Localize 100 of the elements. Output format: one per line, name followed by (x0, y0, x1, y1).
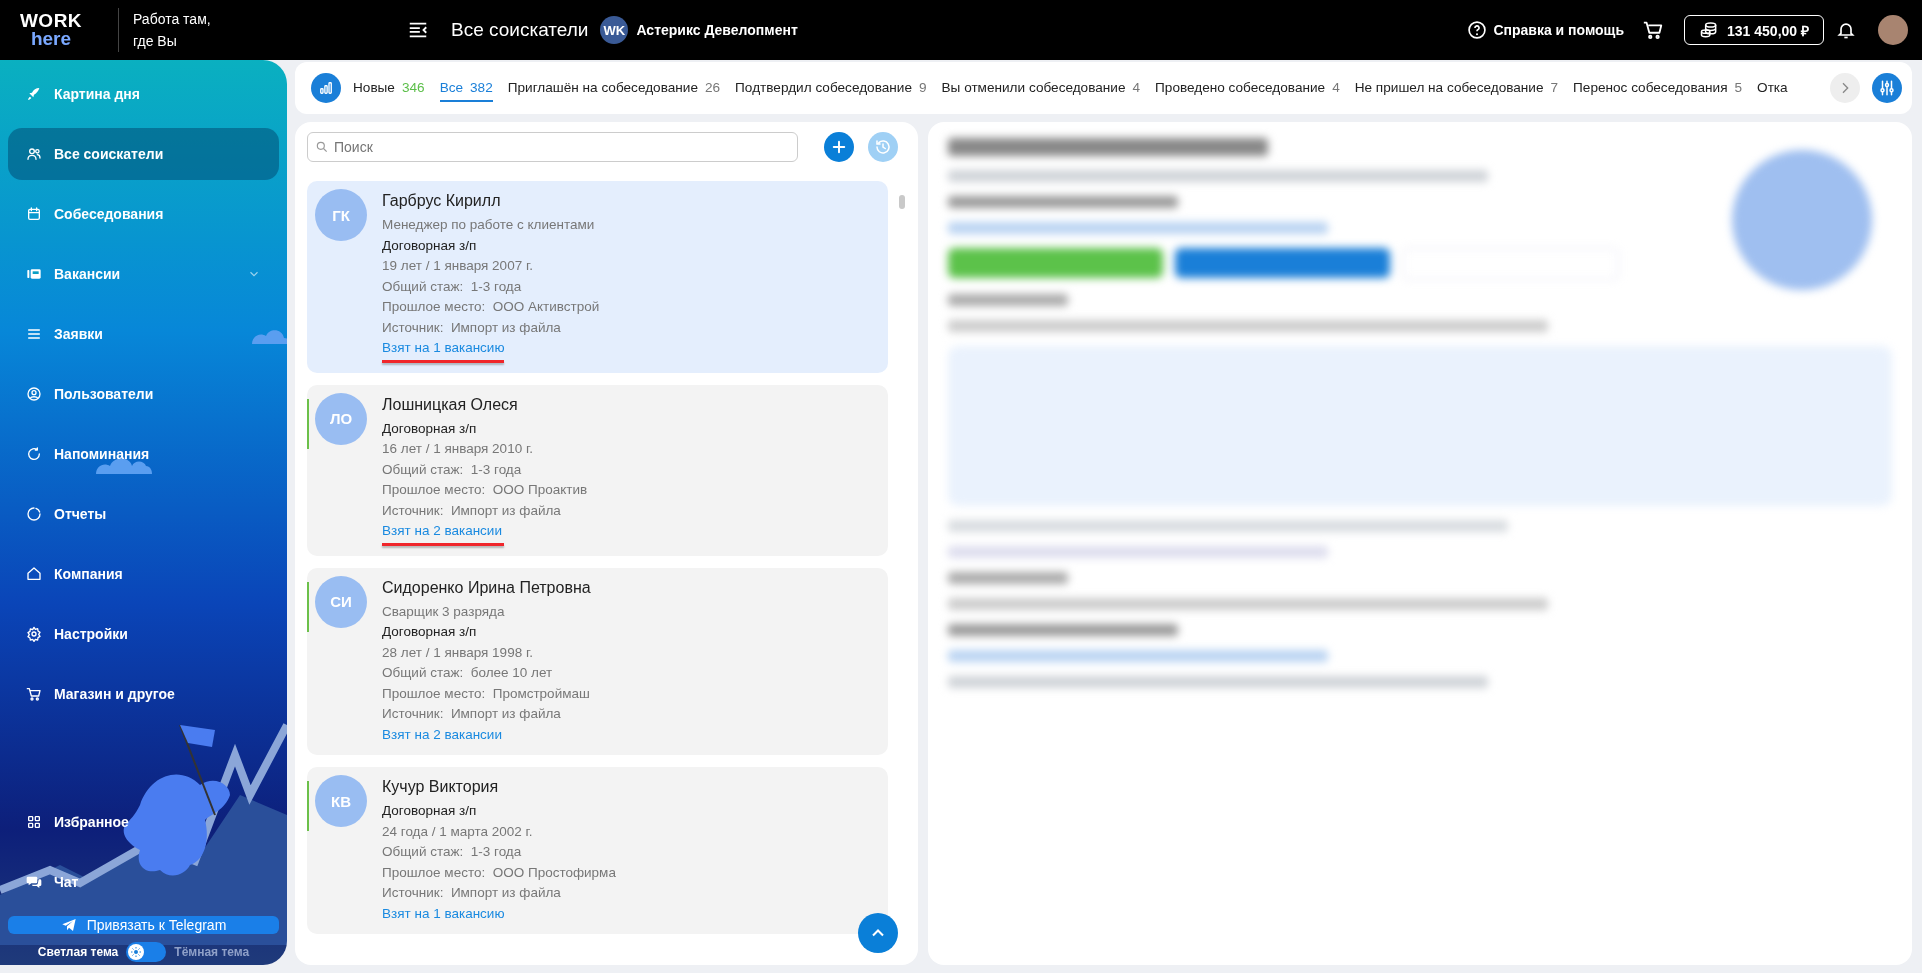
grid-icon (26, 814, 42, 830)
status-tab[interactable]: Перенос собеседования 5 (1573, 74, 1743, 102)
age-text: 28 лет / 1 января 1998 г. (382, 643, 533, 662)
age-text: 16 лет / 1 января 2010 г. (382, 440, 533, 458)
help-link[interactable]: Справка и помощь (1467, 20, 1625, 40)
cart-icon (26, 686, 42, 702)
scrollbar-thumb[interactable] (899, 195, 905, 209)
filter-settings-button[interactable] (1872, 73, 1902, 103)
status-tab[interactable]: Отка (1757, 74, 1788, 102)
funnel-button[interactable] (311, 73, 341, 103)
chat-icon (26, 874, 42, 890)
candidate-position: Сварщик 3 разряда (382, 602, 505, 621)
bar-chart-icon (317, 79, 335, 97)
theme-label: Тёмная тема (174, 945, 250, 959)
search-field[interactable]: Поиск (307, 132, 798, 162)
status-tab[interactable]: Все 382 (439, 74, 493, 102)
sidebar-item[interactable]: Напоминания (8, 428, 279, 480)
logo: WORK here (18, 12, 84, 48)
age-text: 24 года / 1 марта 2002 г. (382, 822, 533, 841)
experience-text: Общий стаж: более 10 лет (382, 664, 553, 682)
last-place-text: Прошлое место: Промстроймаш (382, 684, 590, 703)
source-text: Источник: Импорт из файла (382, 705, 561, 723)
age-text: 19 лет / 1 января 2007 г. (382, 257, 533, 275)
status-tab[interactable]: Новые 346 (353, 74, 425, 102)
sun-icon (130, 946, 143, 958)
candidate-avatar: ЛО (315, 392, 367, 445)
tab-count: 26 (704, 80, 721, 95)
scroll-top-button[interactable] (858, 913, 898, 953)
candidate-card[interactable]: ГК Гарбрус Кирилл Менеджер по работе с клиентами Договорная з/п 19 лет / 1 января 2007 г. Общий стаж: 1-3 года Прошлое место: ООО Активстрой Источник: Импорт из файла Взят на 1 вакансию (307, 181, 888, 373)
house-icon (26, 566, 42, 582)
status-tab[interactable]: Вы отменили собеседование 4 (941, 74, 1141, 102)
experience-text: Общий стаж: 1-3 года (382, 277, 522, 296)
salary-text: Договорная з/п (382, 419, 477, 438)
candidate-name: Сидоренко Ирина Петровна (382, 577, 591, 598)
last-place-text: Прошлое место: ООО Проактив (382, 481, 588, 499)
tab-count: 4 (1132, 80, 1141, 95)
paper-plane-icon (60, 917, 77, 933)
sliders-icon (1878, 79, 1896, 97)
sidebar-item[interactable]: Избранное (8, 796, 279, 848)
tab-count: 4 (1332, 80, 1340, 95)
source-text: Источник: Импорт из файла (382, 318, 561, 337)
tab-count: 9 (918, 80, 927, 95)
rocket-icon (26, 86, 42, 102)
theme-switch[interactable] (126, 942, 167, 962)
candidate-name: Кучур Виктория (382, 777, 499, 797)
help-icon (1467, 20, 1488, 40)
tab-count: 5 (1734, 80, 1743, 95)
balance-button[interactable]: 131 450,00 ₽ (1684, 15, 1824, 45)
last-place-text: Прошлое место: ООО Активстрой (382, 298, 600, 316)
company-name[interactable]: Астерикс Девелопмент (636, 22, 798, 38)
experience-text: Общий стаж: 1-3 года (382, 843, 522, 861)
history-icon (874, 138, 892, 156)
candidate-avatar: ГК (315, 189, 367, 241)
candidate-name: Лошницкая Олеся (382, 394, 518, 415)
sidebar-item[interactable]: Чат (8, 856, 279, 908)
telegram-button[interactable]: Привязать к Telegram (8, 916, 279, 934)
status-tab[interactable]: Приглашён на собеседование 26 (507, 74, 721, 102)
candidate-card[interactable]: ЛО Лошницкая Олеся Договорная з/п 16 лет / 1 января 2010 г. Общий стаж: 1-3 года Прошлое место: ООО Проактив Источник: Импорт из файла Взят на 2 вакансии (307, 384, 888, 556)
settings-icon (26, 626, 42, 642)
candidate-avatar: СИ (315, 575, 367, 628)
candidate-avatar: КВ (315, 775, 367, 827)
sidebar-item[interactable]: Заявки (8, 308, 279, 360)
page-title: Все соискатели (451, 19, 589, 41)
source-text: Источник: Импорт из файла (382, 884, 561, 902)
sidebar-item[interactable]: Вакансии (8, 248, 279, 300)
salary-text: Договорная з/п (382, 623, 477, 641)
list-icon (26, 326, 42, 342)
sidebar-item[interactable]: Все соискатели (8, 128, 279, 180)
sidebar-item[interactable]: Компания (8, 548, 279, 600)
candidate-name: Гарбрус Кирилл (382, 191, 501, 211)
id-card-icon (26, 266, 42, 282)
candidate-card[interactable]: КВ Кучур Виктория Договорная з/п 24 года / 1 марта 2002 г. Общий стаж: 1-3 года Прошлое место: ООО Простофирма Источник: Импорт из файла Взят на 1 вакансию (307, 767, 888, 934)
cart-icon (1642, 19, 1665, 41)
sidebar-item[interactable]: Магазин и другое (8, 668, 279, 720)
user-icon (26, 386, 42, 402)
add-button[interactable] (824, 132, 854, 162)
company-logo: WK (600, 16, 629, 44)
people-icon (26, 146, 42, 162)
user-avatar[interactable] (1878, 15, 1908, 45)
salary-text: Договорная з/п (382, 802, 477, 820)
source-text: Источник: Импорт из файла (382, 501, 561, 520)
bell-icon (1836, 20, 1856, 40)
status-tab[interactable]: Проведено собеседование 4 (1155, 74, 1340, 102)
sidebar-item[interactable]: Пользователи (8, 368, 279, 420)
status-tab[interactable]: Подтвердил собеседование 9 (735, 74, 927, 102)
status-tab[interactable]: Не пришел на собеседование 7 (1354, 74, 1559, 102)
salary-text: Договорная з/п (382, 236, 477, 255)
tab-count: 382 (470, 80, 493, 95)
search-icon (315, 140, 329, 154)
tagline: Работа там, где Вы (118, 8, 283, 52)
calendar-icon (26, 206, 42, 222)
sidebar-item[interactable]: Отчеты (8, 488, 279, 540)
tab-count: 346 (401, 80, 425, 95)
candidate-position: Менеджер по работе с клиентами (382, 216, 595, 234)
sidebar-item[interactable]: Настройки (8, 608, 279, 660)
last-place-text: Прошлое место: ООО Простофирма (382, 863, 616, 882)
tab-count: 7 (1550, 80, 1559, 95)
candidate-card[interactable]: СИ Сидоренко Ирина Петровна Сварщик 3 разряда Договорная з/п 28 лет / 1 января 1998 г. Общий стаж: более 10 лет Прошлое место: Промстроймаш Источник: Импорт из файла Взят на 2 вакансии (307, 567, 888, 755)
experience-text: Общий стаж: 1-3 года (382, 460, 522, 479)
theme-label: Светлая тема (37, 945, 119, 959)
